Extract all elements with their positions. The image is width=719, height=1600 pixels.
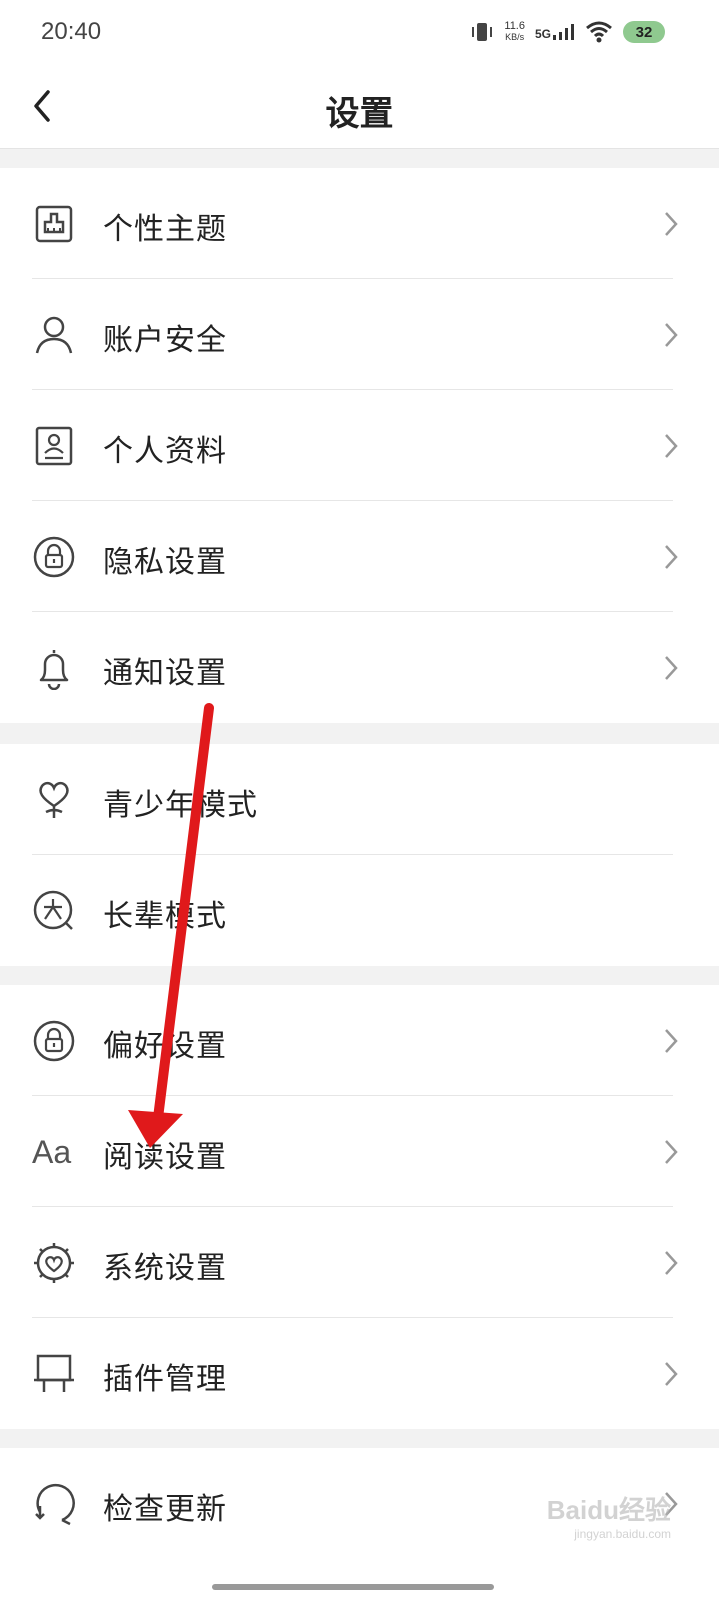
chevron-right-icon: [665, 1140, 678, 1164]
chevron-right-icon: [665, 212, 678, 236]
settings-item-system[interactable]: 系统设置: [0, 1207, 719, 1318]
settings-item-label: 系统设置: [103, 1251, 227, 1286]
status-icons: 11.6 KB/s 5G 32: [470, 18, 665, 46]
page-title: 设置: [325, 94, 394, 134]
cellular-signal: 5G: [535, 24, 575, 40]
signal-bars-icon: [553, 24, 574, 40]
settings-item-label: 偏好设置: [103, 1029, 227, 1064]
user-icon: [35, 316, 73, 354]
settings-item-theme[interactable]: 个性主题: [0, 168, 719, 279]
settings-item-label: 青少年模式: [103, 788, 258, 823]
settings-item-label: 账户安全: [103, 323, 227, 358]
vibrate-icon: [472, 23, 493, 41]
settings-item-profile[interactable]: 个人资料: [0, 390, 719, 501]
settings-group-modes: 青少年模式 长辈模式: [0, 744, 719, 966]
home-indicator[interactable]: [212, 1584, 494, 1590]
settings-item-label: 个人资料: [103, 434, 227, 469]
status-bar: 20:40 11.6 KB/s 5G 32: [0, 0, 719, 64]
chevron-right-icon: [665, 1362, 678, 1386]
net-speed: 11.6 KB/s: [504, 20, 525, 43]
settings-item-label: 检查更新: [103, 1492, 227, 1527]
battery-indicator: 32: [623, 21, 665, 43]
watermark-sub: jingyan.baidu.com: [574, 1527, 671, 1541]
elder-mode-icon: [33, 890, 73, 930]
settings-item-label: 个性主题: [103, 212, 227, 247]
update-refresh-icon: [35, 1483, 75, 1526]
settings-item-privacy[interactable]: 隐私设置: [0, 501, 719, 612]
settings-item-label: 通知设置: [103, 656, 227, 691]
chevron-right-icon: [665, 545, 678, 569]
chevron-right-icon: [665, 1251, 678, 1275]
lock-icon: [33, 536, 75, 578]
chevron-right-icon: [665, 434, 678, 458]
chevron-right-icon: [665, 656, 678, 680]
theme-brush-icon: [35, 205, 73, 243]
settings-item-label: 插件管理: [103, 1362, 227, 1397]
status-time: 20:40: [41, 18, 102, 45]
settings-item-label: 阅读设置: [103, 1140, 227, 1175]
network-type: 5G: [534, 27, 551, 41]
settings-item-label: 长辈模式: [103, 899, 227, 934]
chevron-right-icon: [665, 323, 678, 347]
settings-item-plugins[interactable]: 插件管理: [0, 1318, 719, 1429]
wifi-icon: [586, 21, 612, 43]
settings-item-notifications[interactable]: 通知设置: [0, 612, 719, 723]
profile-card-icon: [35, 426, 73, 466]
settings-item-preferences[interactable]: 偏好设置: [0, 985, 719, 1096]
baidu-watermark: Baidu经验 jingyan.baidu.com: [547, 1490, 671, 1541]
youth-heart-icon: [39, 781, 69, 818]
text-size-icon: Aa: [32, 1134, 72, 1170]
watermark-text: Baidu经验: [546, 1495, 671, 1525]
settings-item-youth-mode[interactable]: 青少年模式: [0, 744, 719, 855]
lock-icon: [33, 1020, 75, 1062]
plugin-board-icon: [34, 1354, 74, 1392]
nav-bar: 设置: [0, 64, 719, 149]
settings-group-preferences: 偏好设置 Aa 阅读设置 系统设置 插件管理: [0, 985, 719, 1429]
heart-gear-icon: [34, 1243, 74, 1283]
settings-item-label: 隐私设置: [103, 545, 227, 580]
settings-item-reading[interactable]: Aa 阅读设置: [0, 1096, 719, 1207]
settings-item-account-security[interactable]: 账户安全: [0, 279, 719, 390]
chevron-right-icon: [665, 1029, 678, 1053]
settings-group-account: 个性主题 账户安全 个人资料 隐私设置 通知设置: [0, 168, 719, 723]
settings-item-elder-mode[interactable]: 长辈模式: [0, 855, 719, 966]
bell-icon: [39, 650, 69, 690]
